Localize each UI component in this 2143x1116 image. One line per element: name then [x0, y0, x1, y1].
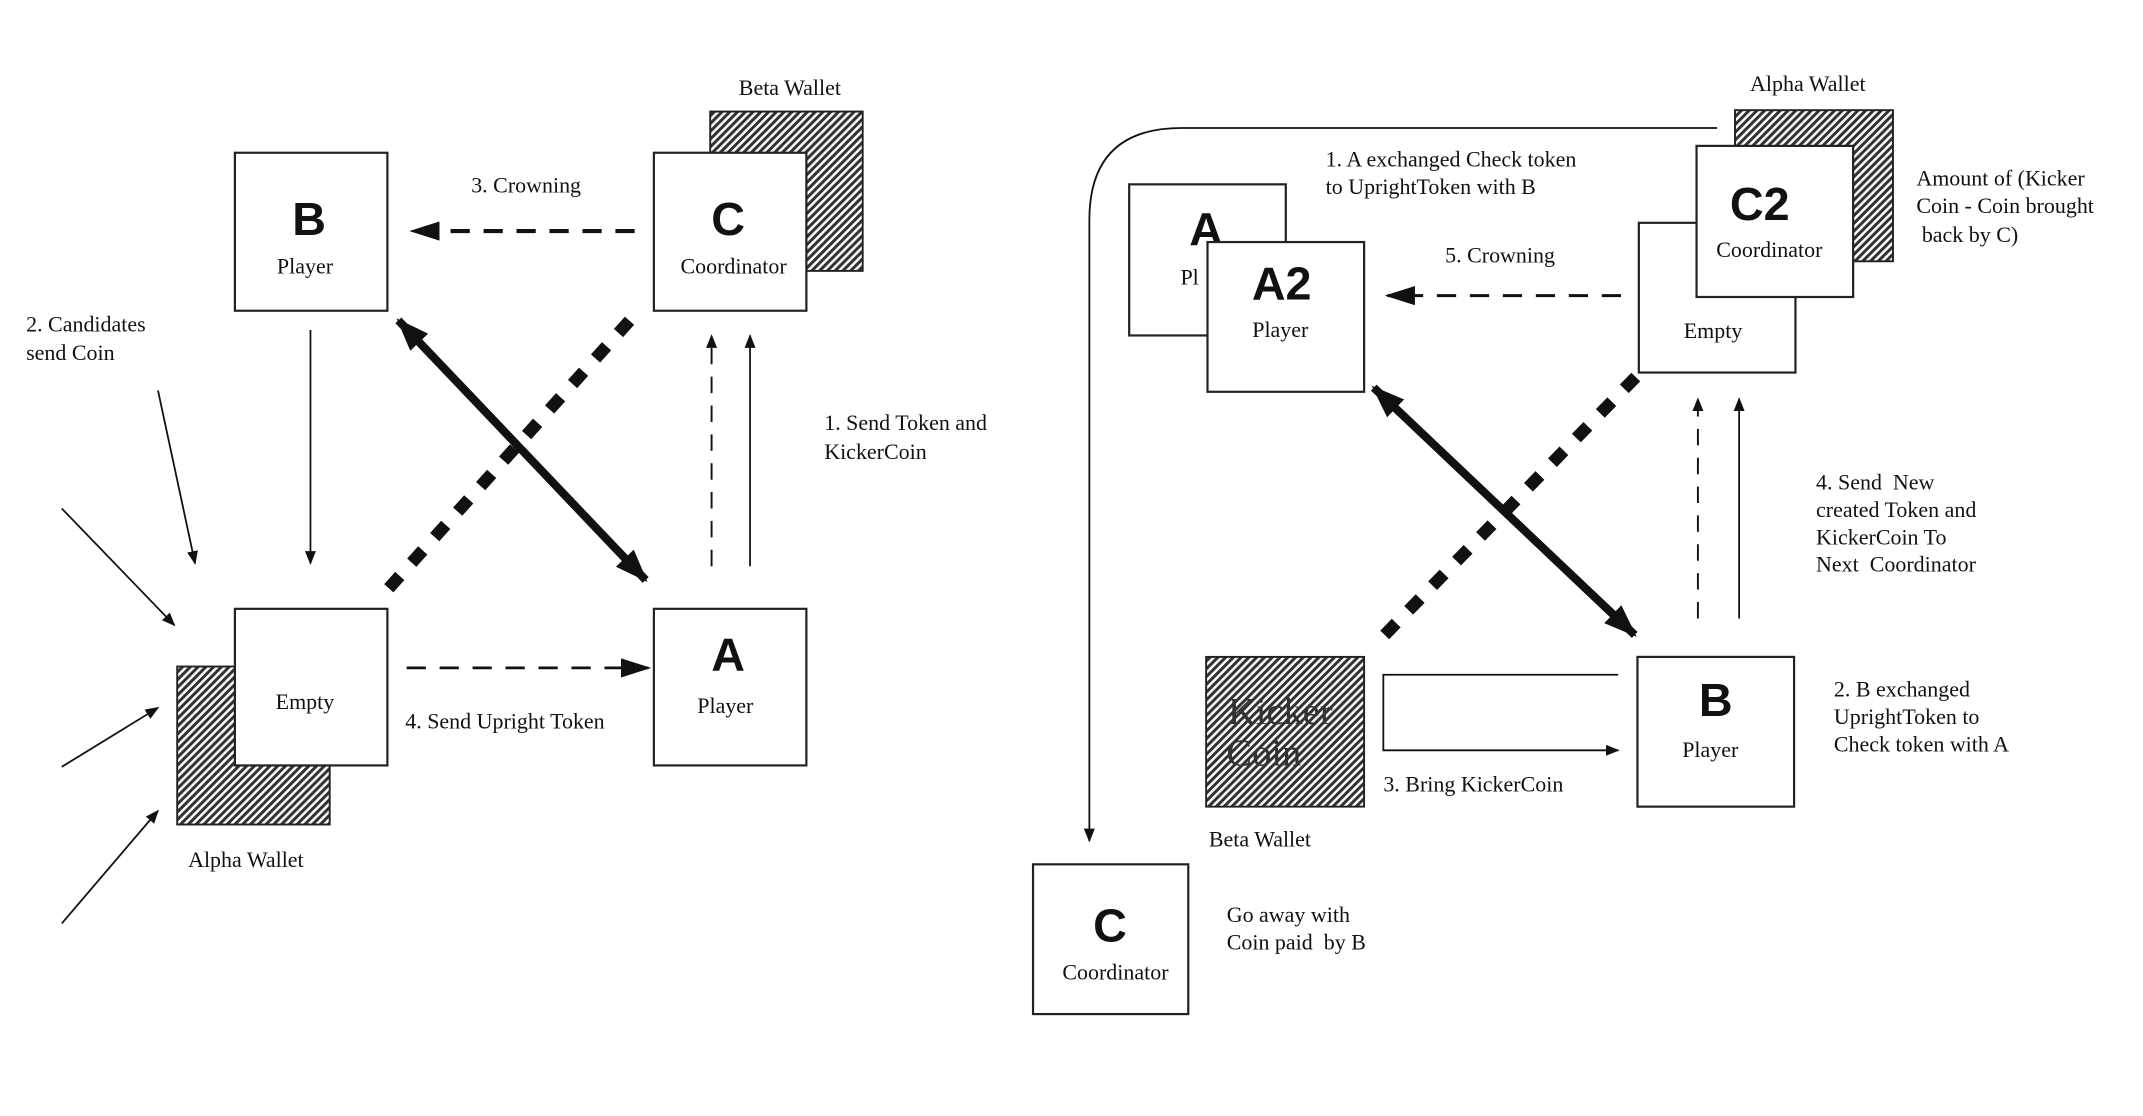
node-role: Pl: [1180, 265, 1198, 290]
node-empty: Empty: [233, 607, 389, 767]
node-role: Coordinator: [1062, 960, 1169, 985]
node-letter: A: [711, 629, 745, 681]
node-letter: B: [292, 193, 326, 245]
go-away-line2: Coin paid by B: [1227, 930, 1366, 955]
node-letter: C2: [1730, 178, 1790, 230]
beta-wallet-label: Beta Wallet: [739, 75, 841, 100]
step4-line2: created Token and: [1816, 497, 1976, 522]
amount-note-line1: Amount of (Kicker: [1916, 166, 2085, 191]
exchange-double-arrow: [395, 317, 649, 583]
node-a-player: A Player: [652, 607, 808, 767]
amount-note-line2: Coin - Coin brought: [1916, 193, 2094, 218]
node-role: Empty: [276, 689, 335, 714]
step1-line2: KickerCoin: [824, 439, 927, 464]
step2-line1: 2. Candidates: [26, 311, 146, 336]
step2-line2: send Coin: [26, 340, 115, 365]
coin-in-arrow: [61, 809, 159, 924]
step1-line1: 1. A exchanged Check token: [1326, 146, 1577, 171]
step4-line3: KickerCoin To: [1816, 524, 1946, 549]
node-b-player: B Player: [233, 151, 389, 312]
kicker-coin-line2: Coin: [1226, 732, 1301, 774]
right-diagram: Alpha Wallet Empty C2 Coordinator Amount…: [1031, 71, 2094, 1016]
node-letter: C: [711, 193, 745, 245]
step2-line1: 2. B exchanged: [1834, 677, 1970, 702]
step4-label: 4. Send Upright Token: [405, 708, 604, 733]
node-role: Player: [277, 254, 334, 279]
step1-line2: to UprightToken with B: [1326, 174, 1536, 199]
node-role: Player: [1252, 317, 1309, 342]
step2-line3: Check token with A: [1834, 732, 2009, 757]
step3-label: 3. Bring KickerCoin: [1383, 772, 1563, 797]
alpha-wallet-label: Alpha Wallet: [188, 847, 304, 872]
left-diagram: Beta Wallet C Coordinator B Player Empty…: [26, 75, 987, 924]
coin-in-arrow: [157, 390, 198, 565]
bring-kickercoin-arrow: [1382, 673, 1620, 756]
node-c-coordinator: C Coordinator: [1031, 863, 1190, 1016]
amount-note-line3: back by C): [1916, 222, 2018, 247]
coin-in-arrow: [61, 507, 176, 627]
step1-line1: 1. Send Token and: [824, 410, 987, 435]
step5-label: 5. Crowning: [1445, 243, 1555, 268]
node-role: Empty: [1684, 318, 1743, 343]
node-c2-coordinator: C2 Coordinator: [1695, 144, 1855, 299]
alpha-wallet-label: Alpha Wallet: [1750, 71, 1866, 96]
kicker-coin-beta-wallet: Kicker Coin: [1205, 655, 1366, 808]
node-b-player: B Player: [1636, 655, 1796, 808]
beta-wallet-label: Beta Wallet: [1209, 826, 1311, 851]
node-c-coordinator: C Coordinator: [652, 151, 808, 312]
node-role: Player: [697, 693, 754, 718]
node-letter: C: [1093, 899, 1127, 951]
node-letter: B: [1699, 674, 1733, 726]
step3-label: 3. Crowning: [471, 173, 581, 198]
node-role: Coordinator: [1716, 237, 1823, 262]
step4-line1: 4. Send New: [1816, 469, 1935, 494]
node-a2-player: A2 Player: [1206, 240, 1366, 393]
step2-line2: UprightToken to: [1834, 704, 1980, 729]
node-role: Coordinator: [680, 254, 787, 279]
diagram: Beta Wallet C Coordinator B Player Empty…: [26, 71, 2094, 1016]
kicker-coin-line1: Kicker: [1228, 691, 1333, 733]
go-away-line1: Go away with: [1227, 902, 1350, 927]
node-letter: A2: [1252, 258, 1312, 310]
step4-line4: Next Coordinator: [1816, 552, 1977, 577]
coin-in-arrow: [61, 706, 160, 768]
node-role: Player: [1682, 737, 1739, 762]
